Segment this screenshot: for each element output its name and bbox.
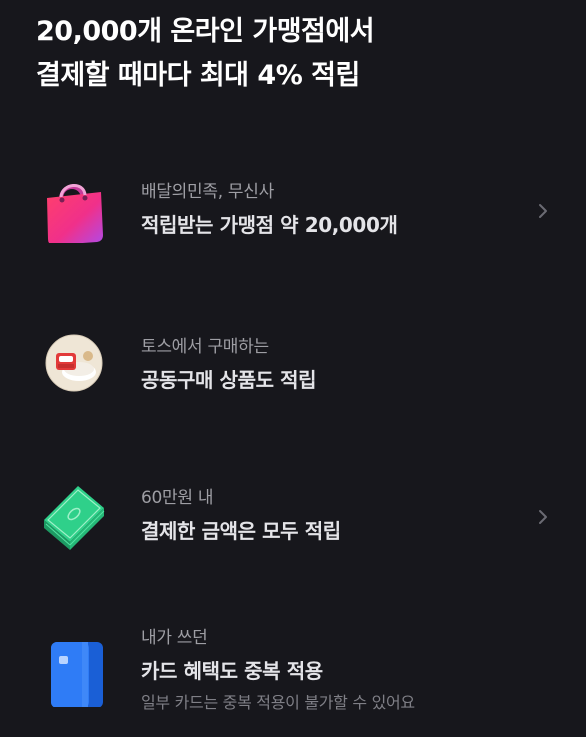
- benefit-row-payment[interactable]: 60만원 내 결제한 금액은 모두 적립: [0, 466, 586, 576]
- benefit-row-group-buy: 토스에서 구매하는 공동구매 상품도 적립: [0, 315, 586, 425]
- chevron-right-icon: [534, 508, 552, 526]
- benefit-title: 공동구매 상품도 적립: [141, 368, 317, 392]
- chevron-right-icon: [534, 202, 552, 220]
- shopping-bag-icon: [40, 175, 108, 245]
- benefit-subtitle: 토스에서 구매하는: [141, 337, 269, 357]
- benefit-title: 카드 혜택도 중복 적용: [141, 659, 323, 683]
- benefit-title: 적립받는 가맹점 약 20,000개: [141, 213, 398, 237]
- page-heading: 20,000개 온라인 가맹점에서 결제할 때마다 최대 4% 적립: [36, 10, 375, 98]
- benefit-subtitle: 60만원 내: [141, 488, 214, 508]
- benefit-row-card: 내가 쓰던 카드 혜택도 중복 적용 일부 카드는 중복 적용이 불가할 수 있…: [0, 610, 586, 720]
- heading-line-2: 결제할 때마다 최대 4% 적립: [36, 60, 360, 91]
- benefit-note: 일부 카드는 중복 적용이 불가할 수 있어요: [141, 693, 415, 712]
- benefit-subtitle: 내가 쓰던: [141, 628, 208, 648]
- money-stack-icon: [40, 482, 108, 550]
- card-icon: [40, 639, 108, 708]
- heading-line-1: 20,000개 온라인 가맹점에서: [36, 16, 375, 47]
- benefit-text: 토스에서 구매하는 공동구매 상품도 적립: [141, 335, 317, 395]
- benefit-text: 배달의민족, 무신사 적립받는 가맹점 약 20,000개: [141, 180, 398, 240]
- benefit-subtitle: 배달의민족, 무신사: [141, 182, 274, 202]
- benefit-text: 내가 쓰던 카드 혜택도 중복 적용 일부 카드는 중복 적용이 불가할 수 있…: [141, 626, 415, 714]
- benefit-title: 결제한 금액은 모두 적립: [141, 519, 341, 543]
- group-buy-product-icon: [40, 329, 108, 397]
- benefit-row-merchants[interactable]: 배달의민족, 무신사 적립받는 가맹점 약 20,000개: [0, 160, 586, 270]
- benefit-text: 60만원 내 결제한 금액은 모두 적립: [141, 486, 341, 546]
